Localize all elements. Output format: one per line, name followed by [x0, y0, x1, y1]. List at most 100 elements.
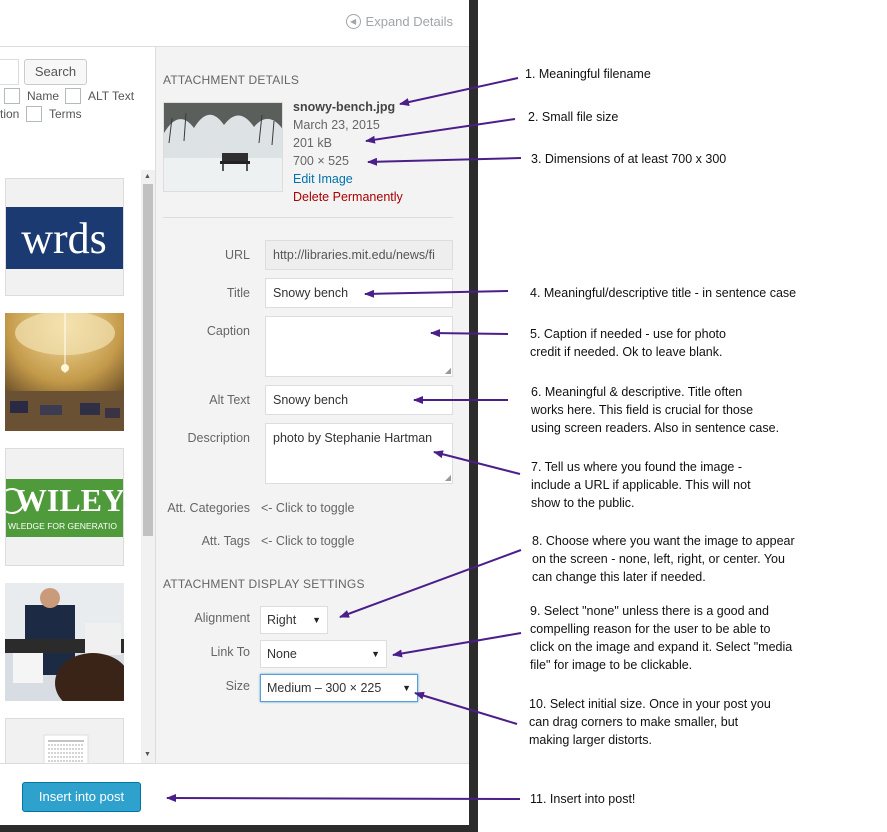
caption-field[interactable]: ◢: [265, 316, 453, 377]
attachment-thumbnail: [163, 102, 283, 192]
attachment-filename: snowy-bench.jpg: [293, 100, 396, 114]
display-settings-heading: ATTACHMENT DISPLAY SETTINGS: [163, 577, 365, 591]
filter-checkbox-terms[interactable]: [26, 106, 42, 122]
modal-edge-shadow: [469, 0, 478, 832]
title-label: Title: [226, 286, 250, 300]
alignment-label: Alignment: [194, 611, 250, 625]
delete-permanently-link[interactable]: Delete Permanently: [293, 190, 403, 204]
annotation-5: 5. Caption if needed - use for photo cre…: [530, 325, 726, 361]
wrds-logo-image: wrds: [6, 179, 123, 295]
filter-label-terms: Terms: [49, 107, 82, 121]
link-to-select[interactable]: None ▼: [260, 640, 387, 668]
annotation-line: 11. Insert into post!: [530, 792, 636, 806]
annotation-2: 2. Small file size: [528, 108, 618, 126]
annotation-9: 9. Select "none" unless there is a good …: [530, 602, 792, 674]
caption-label: Caption: [206, 324, 250, 338]
expand-details-link[interactable]: ◀ Expand Details: [345, 14, 453, 29]
size-value: Medium – 300 × 225: [267, 681, 382, 695]
dropdown-arrow-icon: ▼: [371, 649, 380, 659]
filter-label-caption: tion: [0, 107, 20, 121]
annotation-4: 4. Meaningful/descriptive title - in sen…: [530, 284, 796, 302]
annotation-line: 7. Tell us where you found the image -: [531, 460, 743, 474]
attachment-dimensions: 700 × 525: [293, 154, 349, 168]
resize-handle-icon[interactable]: ◢: [445, 367, 451, 375]
annotation-line: 4. Meaningful/descriptive title - in sen…: [530, 286, 797, 300]
annotation-line: compelling reason for the user to be abl…: [530, 622, 771, 636]
alignment-select[interactable]: Right ▼: [260, 606, 328, 634]
annotation-line: 10. Select initial size. Once in your po…: [529, 697, 771, 711]
annotation-line: can drag corners to make smaller, but: [529, 715, 739, 729]
wiley-logo-image: WILEY WLEDGE FOR GENERATIO: [0, 449, 125, 565]
filter-checkbox-1[interactable]: [4, 88, 20, 104]
att-tags-toggle[interactable]: <- Click to toggle: [261, 534, 354, 548]
link-to-value: None: [267, 647, 297, 661]
resize-handle-icon[interactable]: ◢: [445, 474, 451, 482]
expand-details-label: Expand Details: [365, 14, 453, 29]
annotation-line: credit if needed. Ok to leave blank.: [530, 345, 723, 359]
annotation-10: 10. Select initial size. Once in your po…: [529, 695, 771, 749]
edit-image-link[interactable]: Edit Image: [293, 172, 353, 186]
scroll-down-arrow-icon[interactable]: ▼: [144, 751, 151, 758]
description-label: Description: [187, 431, 250, 445]
annotation-11: 11. Insert into post!: [530, 790, 635, 808]
annotation-line: 3. Dimensions of at least 700 x 300: [531, 152, 727, 166]
search-button[interactable]: Search: [24, 59, 87, 85]
annotation-3: 3. Dimensions of at least 700 x 300: [531, 150, 726, 168]
library-search-input[interactable]: [0, 59, 19, 85]
annotation-line: include a URL if applicable. This will n…: [531, 478, 751, 492]
library-thumbnail-wrds[interactable]: wrds: [5, 178, 124, 296]
dropdown-arrow-icon: ▼: [312, 615, 321, 625]
chevron-left-icon: ◀: [345, 14, 361, 29]
annotation-line: 8. Choose where you want the image to ap…: [532, 534, 795, 548]
annotation-7: 7. Tell us where you found the image - i…: [531, 458, 751, 512]
scroll-up-arrow-icon[interactable]: ▲: [144, 173, 151, 180]
svg-text:WLEDGE FOR GENERATIO: WLEDGE FOR GENERATIO: [8, 521, 117, 531]
annotation-1: 1. Meaningful filename: [525, 65, 651, 83]
size-select[interactable]: Medium – 300 × 225 ▼: [260, 674, 418, 702]
annotation-line: using screen readers. Also in sentence c…: [531, 421, 780, 435]
annotation-line: click on the image and expand it. Select…: [530, 640, 793, 654]
annotation-line: can change this later if needed.: [532, 570, 706, 584]
alignment-value: Right: [267, 613, 297, 627]
insert-into-post-button[interactable]: Insert into post: [22, 782, 141, 812]
svg-text:wrds: wrds: [21, 214, 107, 263]
annotation-line: works here. This field is crucial for th…: [531, 403, 754, 417]
dropdown-arrow-icon: ▼: [402, 683, 411, 693]
annotation-line: 9. Select "none" unless there is a good …: [530, 604, 769, 618]
att-categories-toggle[interactable]: <- Click to toggle: [261, 501, 354, 515]
url-label: URL: [224, 248, 250, 262]
snowy-bench-photo: [164, 103, 282, 191]
filter-label-alt: ALT Text: [88, 89, 135, 103]
svg-text:WILEY: WILEY: [15, 482, 123, 518]
url-field[interactable]: http://libraries.mit.edu/news/fi: [265, 240, 453, 270]
modal-bottom-shadow: [0, 825, 478, 832]
library-thumbnail-wiley[interactable]: WILEY WLEDGE FOR GENERATIO: [0, 448, 125, 566]
alt-text-label: Alt Text: [209, 393, 250, 407]
alt-text-field[interactable]: Snowy bench: [265, 385, 453, 415]
filter-checkbox-alt[interactable]: [65, 88, 81, 104]
att-tags-label: Att. Tags: [201, 534, 250, 548]
library-thumbnail-hall[interactable]: [5, 313, 124, 431]
annotation-line: file" for image to be clickable.: [530, 658, 693, 672]
media-modal: ◀ Expand Details Search Name ALT Text ti…: [0, 0, 469, 825]
attachment-date: March 23, 2015: [293, 118, 380, 132]
description-value: photo by Stephanie Hartman: [273, 431, 433, 445]
library-thumbnail-lecture[interactable]: [5, 583, 124, 701]
description-field[interactable]: photo by Stephanie Hartman ◢: [265, 423, 453, 484]
attachment-filesize: 201 kB: [293, 136, 332, 150]
att-categories-label: Att. Categories: [167, 501, 250, 515]
annotation-line: making larger distorts.: [529, 733, 652, 747]
annotation-6: 6. Meaningful & descriptive. Title often…: [531, 383, 779, 437]
title-field[interactable]: Snowy bench: [265, 278, 453, 308]
size-label: Size: [225, 679, 250, 693]
annotation-line: 6. Meaningful & descriptive. Title often: [531, 385, 743, 399]
library-scrollbar-thumb[interactable]: [143, 184, 153, 536]
attachment-details-heading: ATTACHMENT DETAILS: [163, 73, 300, 87]
filter-label-name: Name: [27, 89, 60, 103]
lecture-photo: [5, 583, 124, 701]
link-to-label: Link To: [210, 645, 250, 659]
annotation-line: on the screen - none, left, right, or ce…: [532, 552, 785, 566]
details-divider: [163, 217, 453, 218]
annotation-line: 2. Small file size: [528, 110, 619, 124]
annotation-line: show to the public.: [531, 496, 635, 510]
